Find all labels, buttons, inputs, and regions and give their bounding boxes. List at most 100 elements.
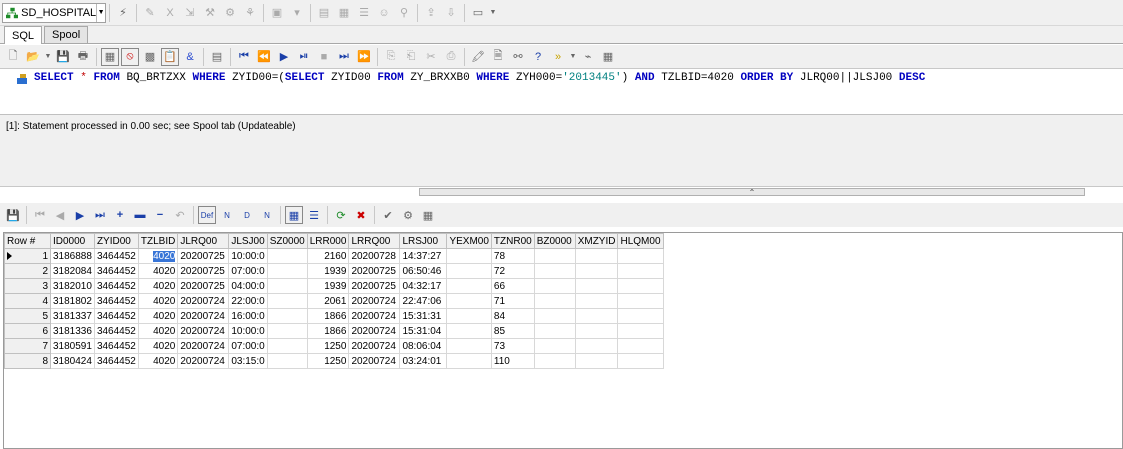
column-header[interactable]: BZ0000 — [533, 233, 576, 249]
print-icon[interactable]: 🖶 — [74, 48, 92, 66]
table-cell[interactable]: 3464452 — [93, 338, 139, 354]
column-header[interactable]: ZYID00 — [93, 233, 139, 249]
delete-record-icon[interactable]: − — [151, 206, 169, 224]
table-cell[interactable]: 1250 — [306, 353, 350, 369]
xml-icon[interactable]: X — [161, 4, 179, 22]
table-cell[interactable]: 4020 — [137, 338, 179, 354]
table-cell[interactable]: 4020 — [137, 353, 179, 369]
list-icon[interactable]: ☰ — [355, 4, 373, 22]
table-row[interactable]: 3 3182010 3464452 4020 20200725 04:00:0 1939 20… — [4, 278, 664, 294]
column-header[interactable]: HLQM00 — [617, 233, 664, 249]
table-row[interactable]: 4 3181802 3464452 4020 20200724 22:00:0 2061 20… — [4, 293, 664, 309]
table-cell[interactable]: 15:31:04 — [399, 323, 448, 339]
table-cell[interactable]: 10:00:0 — [228, 248, 268, 264]
table-cell[interactable] — [574, 278, 619, 294]
table-cell[interactable] — [266, 308, 308, 324]
table-cell[interactable] — [574, 338, 619, 354]
tab-sql[interactable]: SQL — [4, 26, 43, 44]
tools-icon[interactable]: ⚒ — [201, 4, 219, 22]
new-window-icon[interactable]: ▭ — [469, 4, 487, 22]
table-cell[interactable] — [266, 278, 308, 294]
table-cell[interactable]: 20200725 — [348, 263, 401, 279]
table-cell[interactable]: 3180591 — [50, 338, 95, 354]
filter-icon[interactable]: ⚡ — [114, 4, 132, 22]
table-cell[interactable]: 66 — [490, 278, 535, 294]
table-cell[interactable] — [574, 263, 619, 279]
prev-icon[interactable]: ⏪ — [255, 48, 273, 66]
table-cell[interactable]: 78 — [490, 248, 535, 264]
table-row[interactable]: 1 3186888 3464452 4020 20200725 10:00:0 2160 20… — [4, 248, 664, 264]
open-sql-icon[interactable]: 📂 — [24, 48, 42, 66]
table-cell[interactable]: 4020 — [137, 323, 179, 339]
table-cell[interactable]: 20200725 — [177, 248, 230, 264]
table-cell[interactable]: 03:24:01 — [399, 353, 448, 369]
chevron-down-icon[interactable]: ▼ — [44, 48, 52, 66]
table-cell[interactable]: 3464452 — [93, 263, 139, 279]
record-view-icon[interactable]: ☰ — [305, 206, 323, 224]
table-cell[interactable]: 20200724 — [348, 353, 401, 369]
table-cell[interactable]: 1939 — [306, 263, 350, 279]
copy-icon[interactable]: ⎘ — [382, 48, 400, 66]
export-icon[interactable]: ⇪ — [422, 4, 440, 22]
table-cell[interactable]: 3182084 — [50, 263, 95, 279]
table-cell[interactable] — [446, 338, 492, 354]
forward-icon[interactable]: » — [549, 48, 567, 66]
table-cell[interactable] — [446, 263, 492, 279]
chevron-down-icon[interactable]: ▼ — [96, 3, 105, 22]
table-cell[interactable]: 4020 — [137, 278, 179, 294]
table-cell[interactable]: 1866 — [306, 308, 350, 324]
undo-icon[interactable]: ↶ — [171, 206, 189, 224]
table-cell[interactable] — [266, 323, 308, 339]
column-header[interactable]: Row # — [4, 233, 51, 249]
column-header[interactable]: ID0000 — [50, 233, 95, 249]
table-cell[interactable] — [617, 323, 664, 339]
table-cell[interactable] — [446, 308, 492, 324]
binoculars-icon[interactable]: ⚯ — [509, 48, 527, 66]
group-icon[interactable]: ⚙ — [221, 4, 239, 22]
stop-icon[interactable]: ⦸ — [121, 47, 139, 66]
chevron-down-icon[interactable]: ▼ — [569, 48, 577, 66]
table-cell[interactable]: 06:50:46 — [399, 263, 448, 279]
column-header[interactable]: YEXM00 — [446, 233, 492, 249]
table-cell[interactable]: 15:31:31 — [399, 308, 448, 324]
panel-splitter[interactable]: ⌃ — [419, 188, 1085, 197]
table-cell[interactable] — [446, 353, 492, 369]
table-cell[interactable]: 20200725 — [177, 278, 230, 294]
refresh-icon[interactable]: ⟳ — [332, 206, 350, 224]
step-icon[interactable]: ⏯ — [295, 48, 313, 66]
column-header[interactable]: LRR000 — [306, 233, 350, 249]
save-icon[interactable]: 💾 — [4, 206, 22, 224]
table-cell[interactable] — [617, 293, 664, 309]
column-header[interactable]: XMZYID — [574, 233, 619, 249]
table-cell[interactable] — [574, 323, 619, 339]
import-icon[interactable]: ⇩ — [442, 4, 460, 22]
play-icon[interactable]: ▶ — [275, 48, 293, 66]
table-cell[interactable]: 07:00:0 — [228, 338, 268, 354]
sql-editor[interactable]: SELECT * FROM BQ_BRTZXX WHERE ZYID00=(SE… — [0, 69, 1123, 115]
table-cell[interactable] — [533, 278, 576, 294]
table-cell[interactable] — [617, 248, 664, 264]
table-cell[interactable]: 3181802 — [50, 293, 95, 309]
table-cell[interactable] — [617, 278, 664, 294]
table-cell[interactable]: 04:00:0 — [228, 278, 268, 294]
next-icon[interactable]: ⏭ — [335, 48, 353, 66]
table-cell[interactable]: 20200724 — [348, 338, 401, 354]
table-cell[interactable] — [617, 338, 664, 354]
table-cell[interactable] — [266, 338, 308, 354]
prev-record-icon[interactable]: ◀ — [51, 206, 69, 224]
table-cell[interactable]: 110 — [490, 353, 535, 369]
table-cell[interactable]: 07:00:0 — [228, 263, 268, 279]
row-number[interactable]: 4 — [4, 293, 51, 309]
window-icon[interactable]: ▣ — [268, 4, 286, 22]
last-record-icon[interactable]: ⏭ — [91, 206, 109, 224]
table-cell[interactable]: 4020 — [137, 308, 179, 324]
table-cell[interactable] — [617, 308, 664, 324]
table-cell[interactable]: 22:47:06 — [399, 293, 448, 309]
column-header[interactable]: LRSJ00 — [399, 233, 448, 249]
duplicate-record-icon[interactable]: ▬ — [131, 206, 149, 224]
table-cell[interactable]: 03:15:0 — [228, 353, 268, 369]
grid-settings-icon[interactable]: ▦ — [419, 206, 437, 224]
link-icon[interactable]: & — [181, 48, 199, 66]
table-cell[interactable] — [446, 248, 492, 264]
grid-view-icon[interactable]: ▦ — [285, 206, 303, 224]
